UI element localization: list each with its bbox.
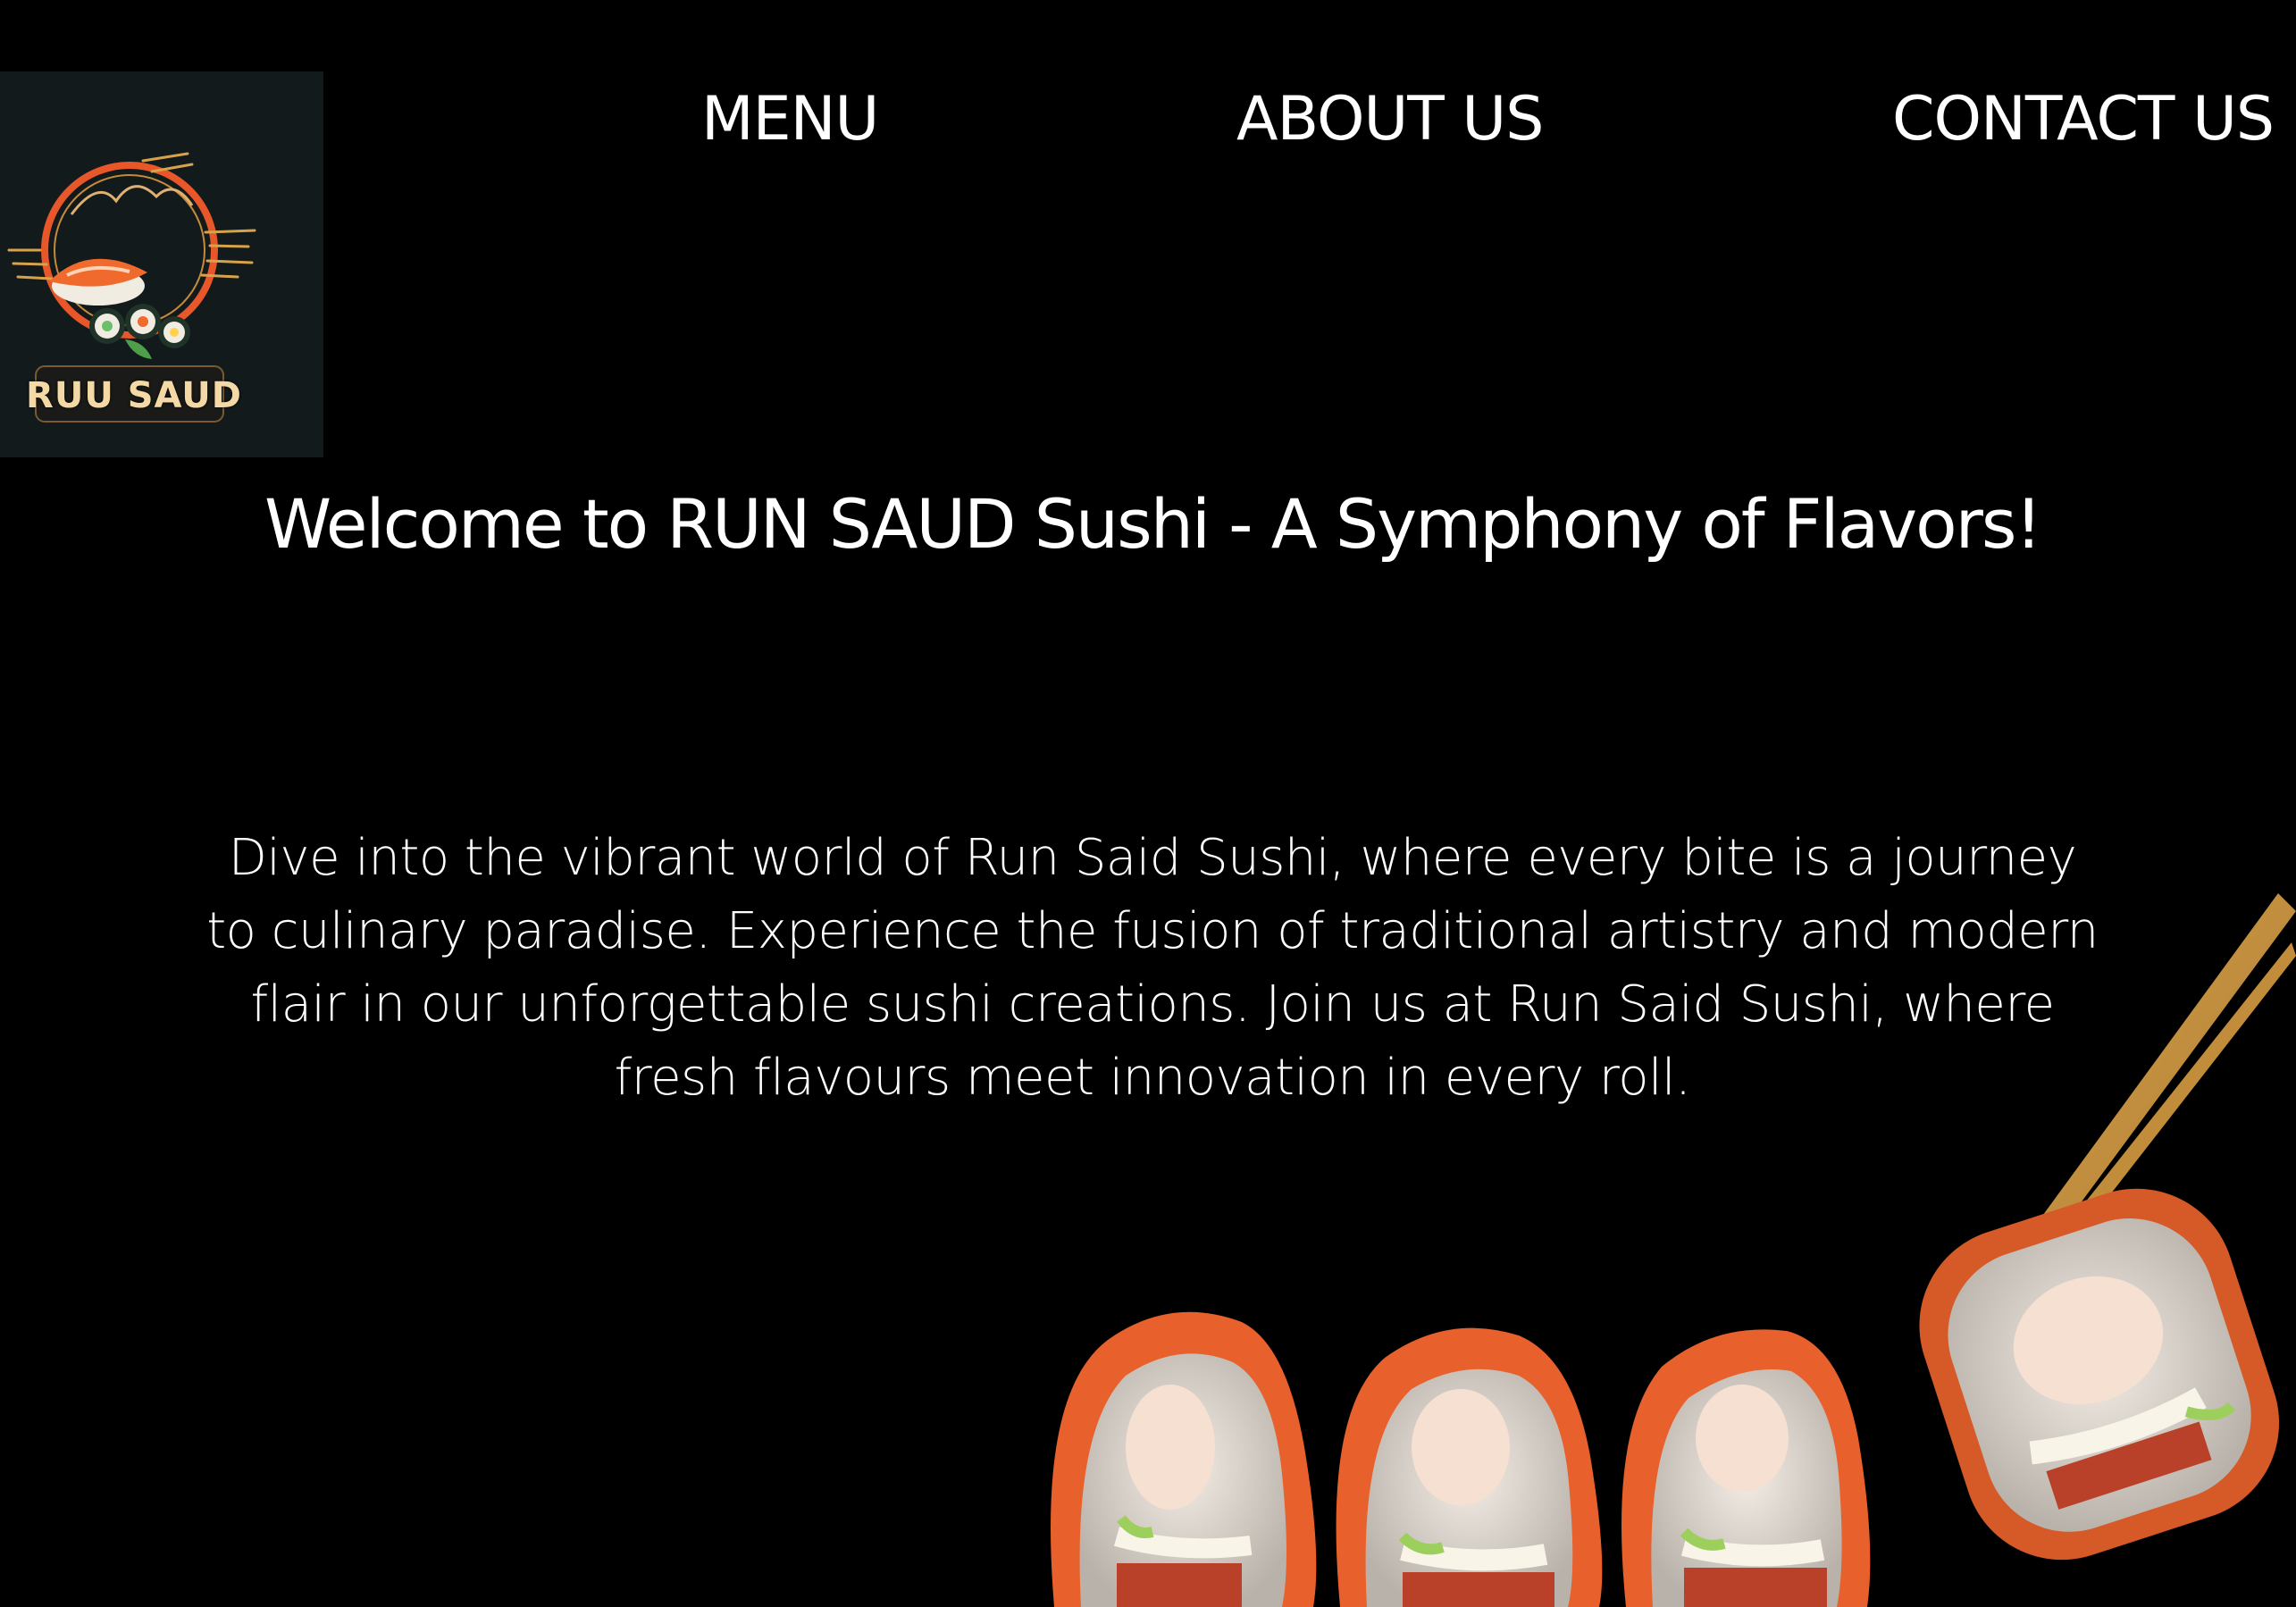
hero-title: Welcome to RUN SAUD Sushi - A Symphony o… bbox=[264, 484, 2042, 564]
sushi-roll-3 bbox=[1621, 1329, 1871, 1607]
landing-page: RUU SAUD MENU ABOUT US CONTACT US Welcom… bbox=[0, 0, 2296, 1607]
sushi-roll-4 bbox=[1919, 1188, 2280, 1561]
sushi-rolls-image bbox=[1051, 893, 2296, 1607]
sushi-roll-2 bbox=[1336, 1327, 1603, 1607]
nav-about-link[interactable]: ABOUT US bbox=[1236, 89, 1544, 150]
logo-text: RUU SAUD bbox=[26, 375, 242, 416]
sushi-roll-1 bbox=[1051, 1311, 1317, 1607]
nav-contact-link[interactable]: CONTACT US bbox=[1892, 89, 2275, 150]
nav-menu-link[interactable]: MENU bbox=[701, 89, 879, 150]
brand-logo[interactable]: RUU SAUD bbox=[0, 71, 323, 457]
